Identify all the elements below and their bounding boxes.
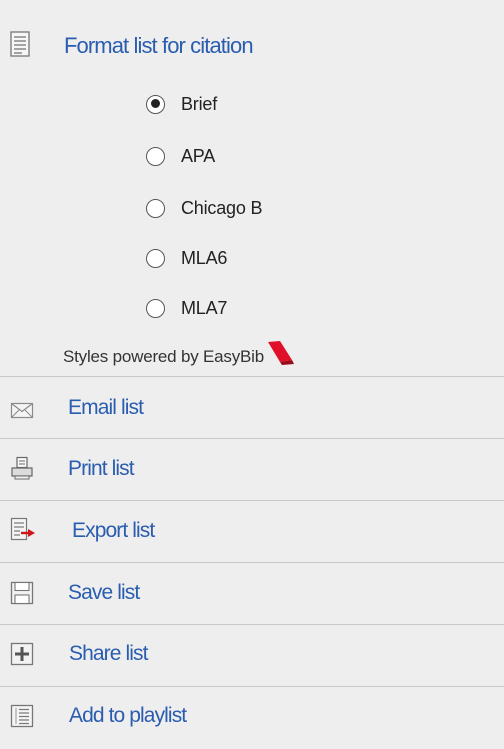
citation-panel: Format list for citation Brief APA Chica… xyxy=(0,0,504,744)
playlist-icon xyxy=(10,704,34,728)
radio-option-apa[interactable]: APA xyxy=(146,141,215,171)
powered-by-easybib: Styles powered by EasyBib xyxy=(63,340,296,371)
document-icon xyxy=(10,31,30,62)
radio-option-mla7[interactable]: MLA7 xyxy=(146,293,227,323)
email-list-action[interactable]: Email list xyxy=(0,377,504,439)
add-to-playlist-link[interactable]: Add to playlist xyxy=(69,704,187,728)
format-header: Format list for citation xyxy=(0,0,504,90)
radio-option-mla6[interactable]: MLA6 xyxy=(146,243,227,273)
export-icon xyxy=(10,517,35,541)
plus-box-icon xyxy=(10,642,34,666)
radio-label: Brief xyxy=(181,93,218,114)
radio-button[interactable] xyxy=(146,298,165,318)
powered-by-text: Styles powered by EasyBib xyxy=(63,346,264,366)
envelope-icon xyxy=(10,398,34,422)
radio-button[interactable] xyxy=(146,146,165,166)
export-list-action[interactable]: Export list xyxy=(0,501,504,563)
print-list-action[interactable]: Print list xyxy=(0,439,504,501)
print-list-link[interactable]: Print list xyxy=(68,457,135,481)
radio-label: MLA7 xyxy=(181,297,228,318)
save-list-link[interactable]: Save list xyxy=(68,581,140,605)
export-list-link[interactable]: Export list xyxy=(72,519,155,543)
radio-button[interactable] xyxy=(146,198,165,218)
radio-option-chicago-b[interactable]: Chicago B xyxy=(146,193,262,223)
share-list-link[interactable]: Share list xyxy=(69,642,148,666)
radio-option-brief[interactable]: Brief xyxy=(146,89,217,119)
radio-button[interactable] xyxy=(146,248,165,268)
printer-icon xyxy=(10,456,34,480)
radio-label: Chicago B xyxy=(181,197,263,218)
radio-button[interactable] xyxy=(146,94,165,114)
add-to-playlist-action[interactable]: Add to playlist xyxy=(0,687,504,749)
easybib-bookmark-icon xyxy=(266,340,296,371)
radio-label: MLA6 xyxy=(181,247,228,268)
save-icon xyxy=(10,581,34,605)
format-list-link[interactable]: Format list for citation xyxy=(64,33,254,59)
radio-label: APA xyxy=(181,145,216,166)
share-list-action[interactable]: Share list xyxy=(0,625,504,687)
email-list-link[interactable]: Email list xyxy=(68,396,144,420)
save-list-action[interactable]: Save list xyxy=(0,563,504,625)
